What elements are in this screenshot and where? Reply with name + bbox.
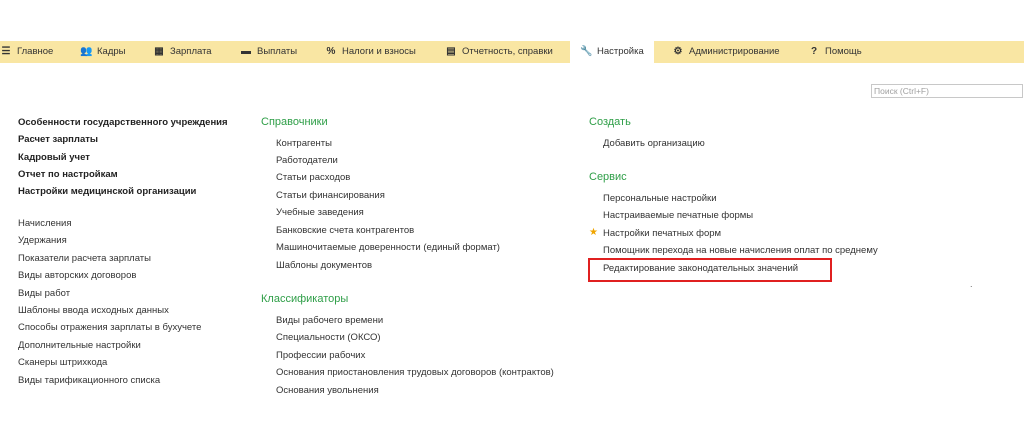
- link-educational-institutions[interactable]: Учебные заведения: [276, 207, 364, 218]
- link-print-form-settings[interactable]: Настройки печатных форм: [603, 228, 721, 239]
- menu-settings[interactable]: 🔧 Настройка: [570, 41, 654, 63]
- gear-icon: ⚙: [673, 46, 683, 57]
- menu-label: Кадры: [97, 46, 126, 57]
- section-heading-classifiers[interactable]: Классификаторы: [261, 293, 348, 305]
- link-dismissal-reasons[interactable]: Основания увольнения: [276, 385, 379, 396]
- menu-label: Помощь: [825, 46, 862, 57]
- section-heading-references[interactable]: Справочники: [261, 116, 328, 128]
- link-document-templates[interactable]: Шаблоны документов: [276, 260, 372, 271]
- menu-main[interactable]: ☰ Главное: [0, 41, 54, 63]
- link-add-organization[interactable]: Добавить организацию: [603, 138, 705, 149]
- link-settings-report[interactable]: Отчет по настройкам: [18, 169, 118, 180]
- menu-label: Главное: [17, 46, 54, 57]
- main-menu-bar: ☰ Главное 👥 Кадры ▦ Зарплата ▬ Выплаты % Нало…: [0, 41, 1024, 63]
- link-tariff-list-types[interactable]: Виды тарификационного списка: [18, 375, 160, 386]
- money-icon: ▬: [241, 46, 251, 57]
- wrench-icon: 🔧: [580, 46, 593, 57]
- link-expense-items[interactable]: Статьи расходов: [276, 172, 350, 183]
- report-icon: ▤: [446, 46, 456, 57]
- section-heading-service[interactable]: Сервис: [589, 171, 627, 183]
- link-accruals[interactable]: Начисления: [18, 218, 71, 229]
- link-additional-settings[interactable]: Дополнительные настройки: [18, 340, 141, 351]
- link-medical-org-settings[interactable]: Настройки медицинской организации: [18, 186, 196, 197]
- menu-payments[interactable]: ▬ Выплаты: [240, 41, 297, 63]
- search-input[interactable]: [871, 84, 1023, 98]
- link-personal-settings[interactable]: Персональные настройки: [603, 193, 717, 204]
- link-deductions[interactable]: Удержания: [18, 235, 67, 246]
- link-hr-accounting[interactable]: Кадровый учет: [18, 152, 90, 163]
- link-counterparties[interactable]: Контрагенты: [276, 138, 332, 149]
- link-average-pay-transition-wizard[interactable]: Помощник перехода на новые начисления оп…: [603, 245, 878, 256]
- link-financing-items[interactable]: Статьи финансирования: [276, 190, 385, 201]
- link-specialties-okso[interactable]: Специальности (ОКСО): [276, 332, 381, 343]
- menu-label: Настройка: [597, 46, 644, 57]
- link-custom-print-forms[interactable]: Настраиваемые печатные формы: [603, 210, 753, 221]
- section-heading-create[interactable]: Создать: [589, 116, 631, 128]
- link-employers[interactable]: Работодатели: [276, 155, 338, 166]
- favorite-star-icon[interactable]: ★: [589, 227, 598, 238]
- link-salary-indicators[interactable]: Показатели расчета зарплаты: [18, 253, 151, 264]
- menu-personnel[interactable]: 👥 Кадры: [80, 41, 125, 63]
- menu-label: Администрирование: [689, 46, 780, 57]
- highlight-frame: [588, 258, 832, 282]
- link-input-templates[interactable]: Шаблоны ввода исходных данных: [18, 305, 169, 316]
- menu-reports[interactable]: ▤ Отчетность, справки: [445, 41, 553, 63]
- link-gov-institution-features[interactable]: Особенности государственного учреждения: [18, 117, 228, 128]
- link-contract-suspension-reasons[interactable]: Основания приостановления трудовых догов…: [276, 367, 554, 378]
- link-machine-readable-poa[interactable]: Машиночитаемые доверенности (единый форм…: [276, 242, 500, 253]
- link-salary-calculation[interactable]: Расчет зарплаты: [18, 134, 98, 145]
- people-icon: 👥: [80, 46, 93, 57]
- link-barcode-scanners[interactable]: Сканеры штрихкода: [18, 357, 107, 368]
- menu-label: Выплаты: [257, 46, 298, 57]
- link-worker-professions[interactable]: Профессии рабочих: [276, 350, 365, 361]
- menu-label: Зарплата: [170, 46, 212, 57]
- calculator-icon: ▦: [154, 46, 164, 57]
- link-counterparty-bank-accounts[interactable]: Банковские счета контрагентов: [276, 225, 414, 236]
- percent-icon: %: [326, 46, 336, 57]
- menu-label: Отчетность, справки: [462, 46, 553, 57]
- link-salary-reflection[interactable]: Способы отражения зарплаты в бухучете: [18, 322, 201, 333]
- menu-label: Налоги и взносы: [342, 46, 416, 57]
- menu-administration[interactable]: ⚙ Администрирование: [672, 41, 780, 63]
- link-working-time-types[interactable]: Виды рабочего времени: [276, 315, 383, 326]
- hamburger-icon: ☰: [1, 46, 11, 57]
- menu-taxes[interactable]: % Налоги и взносы: [325, 41, 416, 63]
- menu-salary[interactable]: ▦ Зарплата: [153, 41, 212, 63]
- menu-help[interactable]: ? Помощь: [808, 41, 862, 63]
- link-work-types[interactable]: Виды работ: [18, 288, 70, 299]
- help-icon: ?: [810, 46, 818, 57]
- stray-dot: .: [970, 279, 973, 289]
- link-author-contract-types[interactable]: Виды авторских договоров: [18, 270, 136, 281]
